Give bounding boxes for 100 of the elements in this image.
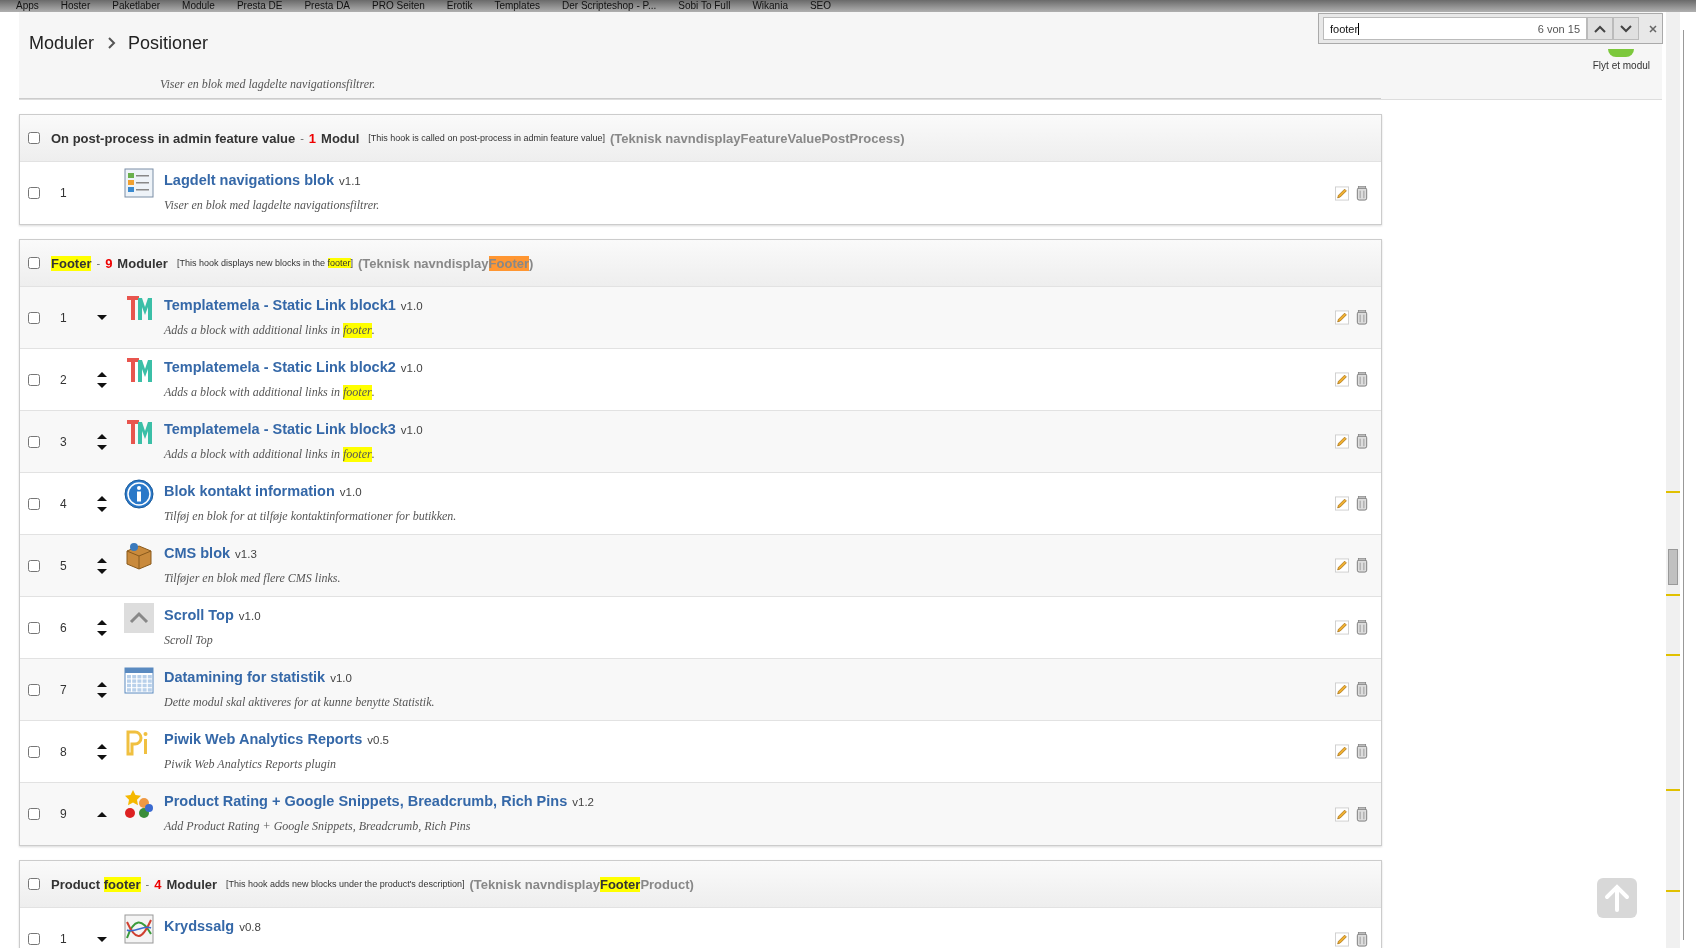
logo-icon [124, 293, 154, 323]
module-name-link[interactable]: Lagdelt navigations blok [164, 172, 334, 188]
edit-icon[interactable] [1335, 806, 1349, 822]
module-version: v1.0 [400, 300, 423, 312]
checkbox[interactable] [28, 187, 40, 199]
module-description: . [371, 385, 375, 400]
module-version: v1.0 [330, 672, 352, 684]
module-name-link[interactable]: Templatemela - Static Link block1 [164, 297, 396, 313]
trash-icon[interactable] [1355, 372, 1369, 387]
edit-icon[interactable] [1335, 620, 1349, 635]
bookmark-link[interactable]: Paketlaber [112, 0, 161, 12]
bookmark-link[interactable]: Presta DA [304, 0, 351, 12]
module-version: v0.5 [367, 734, 389, 746]
checkbox[interactable] [28, 559, 40, 572]
module-name-link[interactable]: Blok kontakt information [164, 483, 335, 499]
position-number: 7 [59, 682, 68, 697]
module-name-link[interactable]: Templatemela - Static Link block2 [164, 359, 396, 375]
position-number: 6 [59, 620, 68, 635]
trash-icon[interactable] [1355, 185, 1369, 201]
move-down-icon[interactable] [96, 567, 108, 575]
module-description: Adds a block with additional links in [164, 385, 341, 400]
bookmark-link[interactable]: Templates [494, 0, 540, 12]
checkbox[interactable] [28, 311, 40, 324]
edit-icon[interactable] [1335, 496, 1349, 511]
module-name-link[interactable]: Piwik Web Analytics Reports [164, 731, 363, 747]
move-up-icon[interactable] [96, 370, 108, 378]
module-description: Tilføj en blok for at tilføje kontaktinformationer for butikken. [164, 509, 457, 524]
checkbox[interactable] [28, 878, 40, 890]
edit-icon[interactable] [1335, 310, 1349, 325]
scrollbar[interactable] [1666, 12, 1680, 948]
checkbox[interactable] [28, 257, 40, 269]
module-name-link[interactable]: CMS blok [164, 545, 231, 561]
module-name-link[interactable]: Templatemela - Static Link block3 [164, 421, 396, 437]
edit-icon[interactable] [1335, 185, 1349, 201]
edit-icon[interactable] [1335, 434, 1349, 449]
edit-icon[interactable] [1335, 744, 1349, 759]
checkbox[interactable] [28, 683, 40, 696]
edit-icon[interactable] [1335, 682, 1349, 697]
trash-icon[interactable] [1355, 620, 1369, 635]
move-down-icon[interactable] [96, 629, 108, 637]
module-version: v1.3 [235, 548, 257, 560]
module-name-link[interactable]: Product Rating + Google Snippets, Breadcrumb, Rich Pins [164, 793, 568, 809]
move-up-icon[interactable] [96, 810, 108, 818]
move-up-icon[interactable] [96, 742, 108, 750]
trash-icon[interactable] [1355, 744, 1369, 759]
checkbox[interactable] [28, 933, 40, 945]
trash-icon[interactable] [1355, 682, 1369, 697]
module-name-link[interactable]: Scroll Top [164, 607, 234, 623]
next-match-button[interactable] [1613, 17, 1639, 40]
checkbox[interactable] [28, 373, 40, 386]
trash-icon[interactable] [1355, 558, 1369, 573]
previous-match-button[interactable] [1587, 17, 1613, 40]
module-count-label: Moduler [166, 876, 218, 892]
move-down-icon[interactable] [96, 443, 108, 451]
technical-name: (Teknisk navndisplayFeatureValuePostProcess) [609, 130, 905, 146]
bookmark-link[interactable]: Module [182, 0, 215, 12]
module-count: 9 [105, 255, 113, 271]
trash-icon[interactable] [1355, 806, 1369, 822]
checkbox[interactable] [28, 808, 40, 820]
checkbox[interactable] [28, 435, 40, 448]
bookmark-link[interactable]: Presta DE [236, 0, 283, 12]
search-match: footer [103, 876, 141, 892]
edit-icon[interactable] [1335, 372, 1349, 387]
bookmark-link[interactable]: SEO [809, 0, 832, 12]
trash-icon[interactable] [1355, 310, 1369, 325]
trash-icon[interactable] [1355, 496, 1369, 511]
breadcrumb-item[interactable]: Moduler [29, 32, 95, 54]
module-name-link[interactable]: Krydssalg [164, 918, 235, 934]
move-down-icon[interactable] [96, 753, 108, 761]
move-up-icon[interactable] [96, 556, 108, 564]
find-field[interactable]: footer 6 von 15 [1323, 17, 1587, 40]
bookmark-link[interactable]: Hoster [60, 0, 91, 12]
move-up-icon[interactable] [96, 618, 108, 626]
move-down-icon[interactable] [96, 691, 108, 699]
edit-icon[interactable] [1335, 558, 1349, 573]
bookmark-link[interactable]: Der Scripteshop - P... [562, 0, 657, 12]
checkbox[interactable] [28, 497, 40, 510]
module-count-label: Modul [321, 130, 360, 146]
trash-icon[interactable] [1355, 434, 1369, 449]
trash-icon[interactable] [1355, 931, 1369, 947]
move-down-icon[interactable] [96, 935, 108, 943]
move-down-icon[interactable] [96, 505, 108, 513]
move-down-icon[interactable] [96, 314, 108, 321]
move-up-icon[interactable] [96, 432, 108, 440]
edit-icon[interactable] [1335, 931, 1349, 947]
move-down-icon[interactable] [96, 381, 108, 389]
bookmark-link[interactable]: Sobi To Full [678, 0, 731, 12]
move-module-button[interactable]: Flyt et modul [1592, 49, 1650, 71]
move-up-icon[interactable] [96, 680, 108, 688]
checkbox[interactable] [28, 745, 40, 758]
bookmark-link[interactable]: Apps [16, 0, 39, 12]
move-up-icon[interactable] [96, 494, 108, 502]
close-icon[interactable] [1648, 23, 1658, 34]
search-match: footer [343, 447, 372, 462]
bookmark-link[interactable]: Erotik [446, 0, 473, 12]
checkbox[interactable] [28, 621, 40, 634]
bookmark-link[interactable]: Wikania [752, 0, 788, 12]
bookmark-link[interactable]: PRO Seiten [372, 0, 425, 12]
module-name-link[interactable]: Datamining for statistik [164, 669, 326, 685]
checkbox[interactable] [28, 132, 40, 144]
